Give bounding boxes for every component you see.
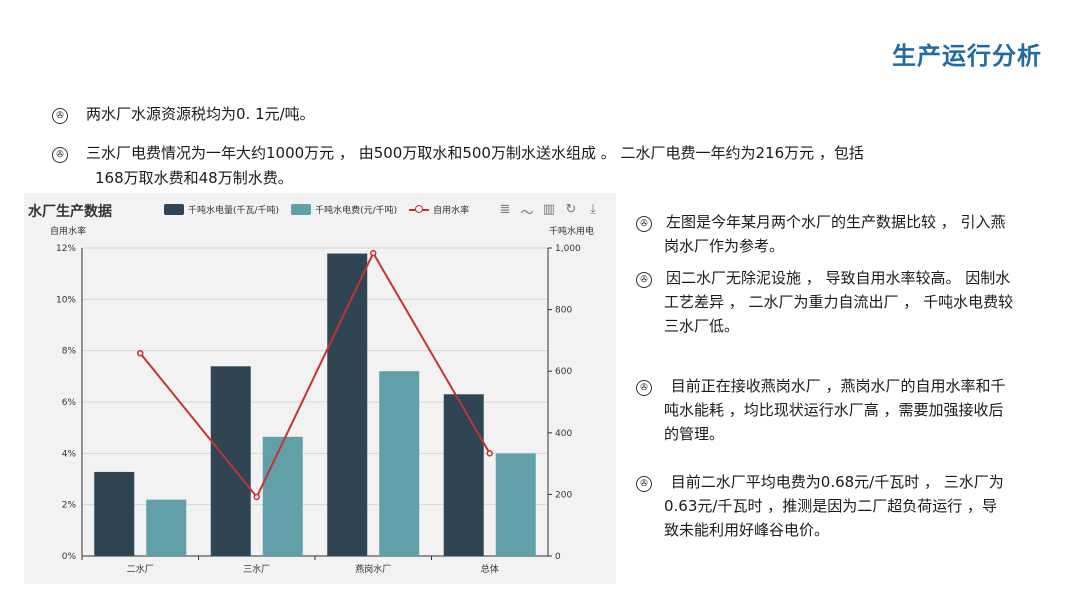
y-right-tick-label: 600 — [555, 367, 572, 377]
bullet-text-continued: 168万取水费和48万制水费。 — [95, 169, 293, 187]
x-tick-label: 三水厂 — [243, 563, 270, 575]
bar — [94, 471, 135, 556]
bar — [262, 436, 303, 556]
side-bullet: ✇ 目前正在接收燕岗水厂 ，燕岗水厂的自用水率和千 吨水能耗 ，均比现状运行水厂… — [636, 374, 1066, 446]
side-bullet: ✇ 目前二水厂平均电费为0.68元/千瓦时 ， 三水厂为 0.63元/千瓦时 ，… — [636, 470, 1066, 542]
side-bullet-text-continued: 致未能利用好峰谷电价。 — [664, 521, 830, 539]
line-series — [139, 250, 491, 499]
line-point — [370, 249, 377, 257]
y-left-tick-label: 4% — [62, 449, 77, 459]
side-bullet-text-continued: 岗水厂作为参考。 — [664, 237, 785, 255]
side-bullet-text-continued: 吨水能耗 ，均比现状运行水厂高 ，需要加强接收后 — [664, 401, 1004, 419]
y-right-tick-label: 1,000 — [555, 244, 581, 254]
side-bullet-text: 目前二水厂平均电费为0.68元/千瓦时 ， 三水厂为 — [666, 473, 1004, 491]
y-left-tick-label: 0% — [62, 552, 77, 562]
bar — [379, 371, 420, 556]
circle-mark-icon: ✇ — [636, 380, 652, 396]
x-tick-label: 二水厂 — [127, 563, 154, 575]
side-bullet-text: 因二水厂无除泥设施 ， 导致自用水率较高。 因制水 — [666, 269, 1011, 287]
side-bullet-text: 目前正在接收燕岗水厂 ，燕岗水厂的自用水率和千 — [666, 377, 1006, 395]
y-left-tick-label: 10% — [56, 295, 76, 305]
bar — [210, 366, 251, 556]
y-right-tick-label: 0 — [555, 552, 561, 562]
bullet-text: 两水厂水源资源税均为0. 1元/吨。 — [86, 105, 315, 123]
bar — [495, 453, 536, 556]
bar — [327, 253, 368, 556]
bar — [443, 394, 484, 556]
y-right-tick-label: 800 — [555, 306, 572, 316]
y-left-tick-label: 12% — [56, 244, 76, 254]
y-right-tick-label: 200 — [555, 490, 572, 500]
side-bullet: ✇ 因二水厂无除泥设施 ， 导致自用水率较高。 因制水 工艺差异 ， 二水厂为重力… — [636, 266, 1066, 338]
chart-plot: 0% 2% 4% 6% 8% 10% 12% 0 200 400 600 800 1,000 二水厂 三水厂… — [56, 244, 581, 575]
x-tick-label: 总体 — [481, 563, 499, 575]
line-point — [486, 450, 493, 457]
line-point — [137, 349, 144, 357]
y-left-tick-label: 6% — [62, 398, 77, 408]
side-bullet-text-continued: 的管理。 — [664, 425, 725, 443]
side-bullet: ✇ 左图是今年某月两个水厂的生产数据比较 ， 引入燕 岗水厂作为参考。 — [636, 210, 1066, 258]
side-bullet-text-continued: 三水厂低。 — [664, 317, 740, 335]
bullet-text: 三水厂电费情况为一年大约1000万元 ， 由500万取水和500万制水送水组成 … — [86, 144, 864, 162]
circle-mark-icon: ✇ — [52, 147, 68, 163]
side-bullet-text-continued: 工艺差异 ， 二水厂为重力自流出厂 ， 千吨水电费较 — [664, 293, 1014, 311]
page-title: 生产运行分析 — [892, 42, 1042, 70]
bullet-item: ✇ 三水厂电费情况为一年大约1000万元 ， 由500万取水和500万制水送水组成… — [52, 141, 1012, 191]
side-bullet-text-continued: 0.63元/千瓦时 ，推测是因为二厂超负荷运行 ，导 — [664, 497, 997, 515]
bullet-item: ✇ 两水厂水源资源税均为0. 1元/吨。 — [52, 102, 315, 127]
circle-mark-icon: ✇ — [636, 476, 652, 492]
bar — [146, 499, 187, 556]
circle-mark-icon: ✇ — [52, 108, 68, 124]
circle-mark-icon: ✇ — [636, 216, 652, 232]
chart-panel: 水厂生产数据 千吨水电量(千瓦/千吨) 千吨水电费(元/千吨) 自用水率 ≣ 〜… — [24, 193, 616, 584]
line-point — [253, 493, 260, 501]
y-left-tick-label: 8% — [62, 347, 77, 357]
x-tick-label: 燕岗水厂 — [355, 563, 391, 575]
side-bullet-text: 左图是今年某月两个水厂的生产数据比较 ， 引入燕 — [666, 213, 1006, 231]
circle-mark-icon: ✇ — [636, 272, 652, 288]
y-right-tick-label: 400 — [555, 429, 572, 439]
y-left-tick-label: 2% — [62, 501, 77, 511]
